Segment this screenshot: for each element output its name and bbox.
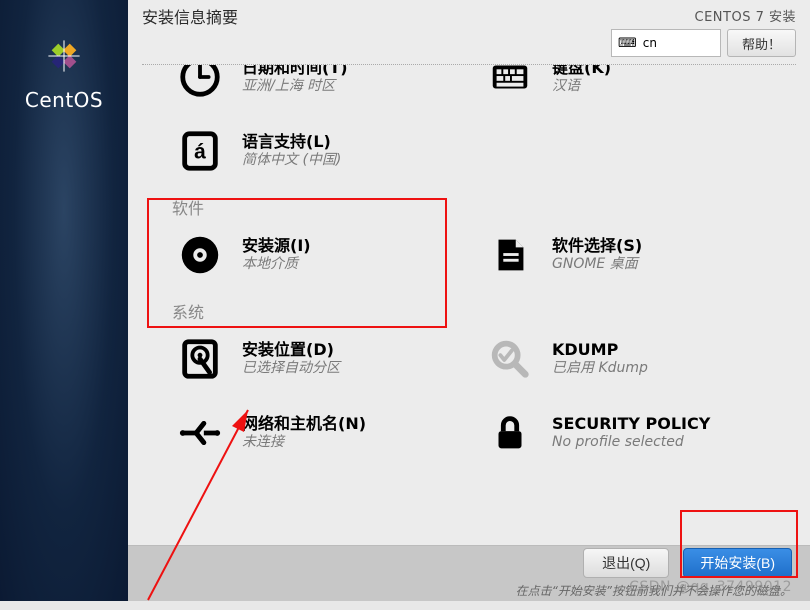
spoke-title: 键盘(K) <box>552 65 611 78</box>
spoke-subtitle: GNOME 桌面 <box>552 256 642 274</box>
spoke-kdump[interactable]: KDUMP 已启用 Kdump <box>486 333 796 385</box>
network-icon <box>176 409 224 457</box>
spoke-subtitle: 本地介质 <box>242 256 311 274</box>
spoke-title: SECURITY POLICY <box>552 414 710 434</box>
centos-logo: CentOS <box>25 30 103 112</box>
main-panel: 安装信息摘要 CENTOS 7 安装 ⌨ cn 帮助！ <box>128 0 810 601</box>
spoke-subtitle: 未连接 <box>242 434 366 452</box>
spoke-security-policy[interactable]: SECURITY POLICY No profile selected <box>486 407 796 459</box>
spoke-software-selection[interactable]: 软件选择(S) GNOME 桌面 <box>486 229 796 281</box>
brand-text: CentOS <box>25 88 103 112</box>
clock-icon <box>176 65 224 101</box>
spoke-title: 安装源(I) <box>242 236 311 256</box>
spoke-subtitle: 汉语 <box>552 78 611 96</box>
spoke-subtitle: 已启用 Kdump <box>552 360 648 378</box>
harddisk-icon <box>176 335 224 383</box>
centos-logo-icon <box>38 30 90 82</box>
keyboard-layout-code: cn <box>643 36 657 50</box>
spoke-install-destination[interactable]: 安装位置(D) 已选择自动分区 <box>176 333 486 385</box>
spoke-title: KDUMP <box>552 340 648 360</box>
spoke-subtitle: 亚洲/上海 时区 <box>242 78 348 96</box>
topbar: 安装信息摘要 CENTOS 7 安装 ⌨ cn 帮助！ <box>128 0 810 64</box>
content-area: 日期和时间(T) 亚洲/上海 时区 键盘(K) 汉语 <box>128 65 810 545</box>
spoke-title: 安装位置(D) <box>242 340 340 360</box>
help-button[interactable]: 帮助！ <box>727 29 796 57</box>
footer-hint: 在点击“开始安装”按钮前我们并不会操作您的磁盘。 <box>516 582 792 599</box>
spoke-subtitle: 简体中文 (中国) <box>242 152 341 170</box>
svg-text:á: á <box>194 141 206 164</box>
spoke-network[interactable]: 网络和主机名(N) 未连接 <box>176 407 486 459</box>
lock-icon <box>486 409 534 457</box>
keyboard-layout-selector[interactable]: ⌨ cn <box>611 29 721 57</box>
footer: 退出(Q) 开始安装(B) 在点击“开始安装”按钮前我们并不会操作您的磁盘。 <box>128 545 810 601</box>
spoke-title: 日期和时间(T) <box>242 65 348 78</box>
spoke-datetime[interactable]: 日期和时间(T) 亚洲/上海 时区 <box>176 65 486 103</box>
spoke-title: 语言支持(L) <box>242 132 341 152</box>
section-software: 软件 <box>172 195 796 219</box>
spoke-install-source[interactable]: 安装源(I) 本地介质 <box>176 229 486 281</box>
language-icon: á <box>176 127 224 175</box>
section-system: 系统 <box>172 299 796 323</box>
begin-install-button[interactable]: 开始安装(B) <box>683 548 792 578</box>
keyboard-layout-icon <box>486 65 534 101</box>
disc-icon <box>176 231 224 279</box>
magnifier-icon <box>486 335 534 383</box>
keyboard-icon: ⌨ <box>618 36 637 51</box>
spoke-keyboard[interactable]: 键盘(K) 汉语 <box>486 65 796 103</box>
installer-name: CENTOS 7 安装 <box>695 6 796 25</box>
quit-button[interactable]: 退出(Q) <box>583 548 669 578</box>
package-icon <box>486 231 534 279</box>
spoke-language-support[interactable]: á 语言支持(L) 简体中文 (中国) <box>176 125 486 177</box>
spoke-title: 软件选择(S) <box>552 236 642 256</box>
sidebar: CentOS <box>0 0 128 601</box>
spoke-subtitle: No profile selected <box>552 434 710 452</box>
page-title: 安装信息摘要 <box>142 6 238 30</box>
spoke-title: 网络和主机名(N) <box>242 414 366 434</box>
spoke-subtitle: 已选择自动分区 <box>242 360 340 378</box>
